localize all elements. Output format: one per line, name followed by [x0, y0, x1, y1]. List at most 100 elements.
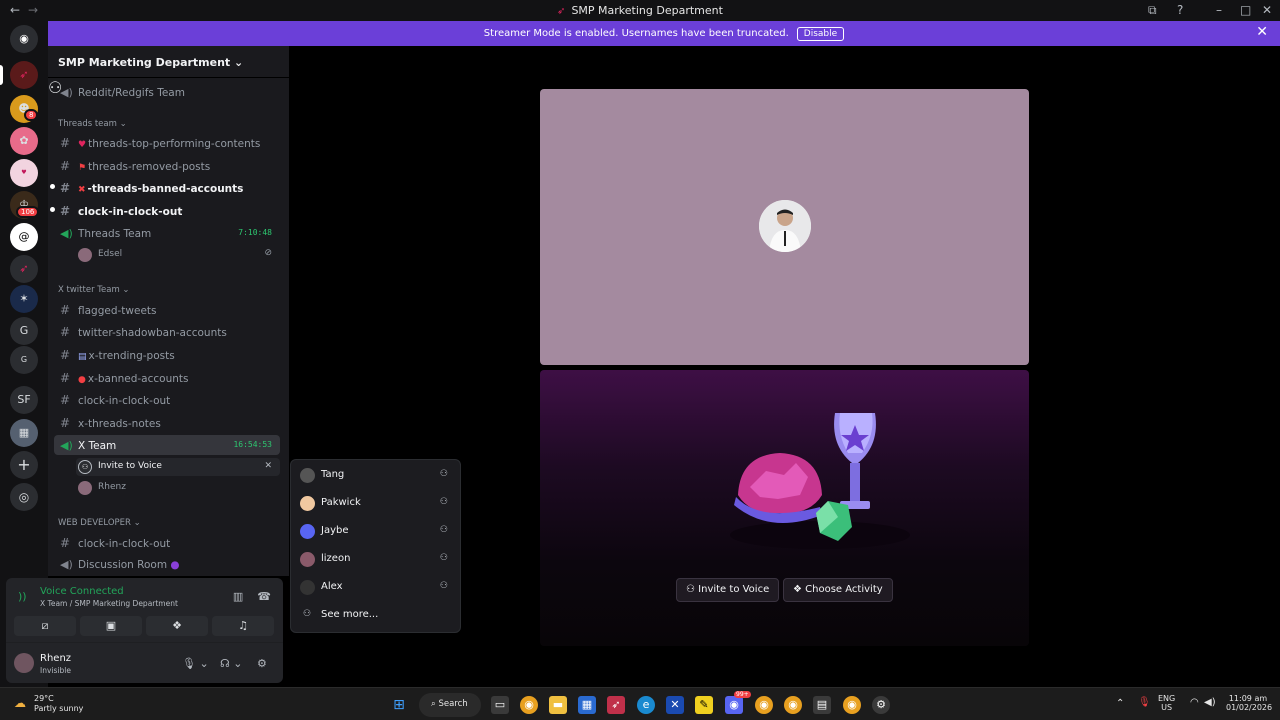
- category-x-twitter[interactable]: X twitter Team ⌄: [58, 285, 130, 295]
- server-g-icon[interactable]: G: [10, 346, 38, 374]
- chrome-profile-icon[interactable]: ◉: [755, 696, 773, 714]
- server-icon[interactable]: ♥: [10, 159, 38, 187]
- inbox-icon[interactable]: ⧉: [1148, 3, 1157, 18]
- app-icon[interactable]: ⚙: [872, 696, 890, 714]
- settings-gear-icon[interactable]: ⚙: [257, 657, 267, 670]
- invite-to-voice-button[interactable]: ⚇ Invite to Voice: [676, 578, 780, 602]
- clock[interactable]: 11:09 am 01/02/2026: [1226, 694, 1272, 712]
- disconnect-icon[interactable]: ☎: [257, 590, 271, 603]
- noise-suppression-icon[interactable]: ▥: [233, 590, 243, 603]
- close-icon[interactable]: ✕: [264, 461, 272, 471]
- flag-icon: ⚑: [78, 163, 87, 173]
- avatar[interactable]: [14, 653, 34, 673]
- server-icon[interactable]: ✶: [10, 285, 38, 313]
- close-icon[interactable]: ✕: [1256, 24, 1268, 40]
- camera-off-button[interactable]: ⧄: [14, 616, 76, 636]
- invite-item[interactable]: Jaybe ⚇: [300, 521, 452, 543]
- notification-badge: 106: [16, 206, 40, 218]
- voice-status[interactable]: Voice Connected: [40, 586, 124, 597]
- channel-web-clock[interactable]: # clock-in-clock-out: [54, 532, 280, 552]
- invite-item[interactable]: Alex ⚇: [300, 577, 452, 599]
- disable-streamer-button[interactable]: Disable: [796, 27, 845, 41]
- voice-member[interactable]: Edsel ⊘: [76, 246, 280, 264]
- channel-x-clock[interactable]: # clock-in-clock-out: [54, 389, 280, 409]
- volume-icon[interactable]: ◀): [1204, 697, 1216, 708]
- maximize-icon[interactable]: □: [1240, 3, 1251, 17]
- calculator-icon[interactable]: ▤: [813, 696, 831, 714]
- server-smp-icon[interactable]: ➶: [10, 61, 38, 89]
- discord-home-icon[interactable]: ◉: [10, 25, 38, 53]
- task-view-icon[interactable]: ▭: [491, 696, 509, 714]
- windows-start-icon[interactable]: ⊞: [390, 696, 408, 714]
- store-icon[interactable]: ▦: [578, 696, 596, 714]
- microphone-icon[interactable]: 🎙︎: [1138, 697, 1151, 708]
- screen-share-button[interactable]: ▣: [80, 616, 142, 636]
- channel-x-banned[interactable]: # ● x-banned-accounts: [54, 367, 280, 387]
- chevron-up-icon[interactable]: ⌃: [1116, 698, 1124, 709]
- channel-trending[interactable]: # ▤ x-trending-posts: [54, 344, 280, 364]
- muted-icon: ⊘: [264, 248, 272, 258]
- discover-icon[interactable]: ◎: [10, 483, 38, 511]
- language-indicator[interactable]: ENG US: [1158, 694, 1175, 712]
- channel-threads-clock[interactable]: # clock-in-clock-out: [50, 200, 280, 220]
- channel-x-notes[interactable]: # x-threads-notes: [54, 412, 280, 432]
- chrome-profile-icon[interactable]: ◉: [843, 696, 861, 714]
- invite-item[interactable]: Tang ⚇: [300, 465, 452, 487]
- server-icon[interactable]: ✿: [10, 127, 38, 155]
- channel-threads-top[interactable]: # ♥ threads-top-performing-contents: [54, 132, 280, 152]
- add-user-icon: ⚇: [439, 469, 448, 479]
- headphones-icon[interactable]: ☊ ⌄: [220, 657, 242, 670]
- voice-channel-threads[interactable]: ◀) Threads Team 7:10:48: [54, 223, 280, 243]
- server-header[interactable]: SMP Marketing Department ⌄: [48, 46, 289, 78]
- activities-button[interactable]: ❖: [146, 616, 208, 636]
- hashtag-icon: #: [60, 136, 71, 150]
- hashtag-icon: #: [60, 416, 71, 430]
- channel-threads-banned[interactable]: # ✖ -threads-banned-accounts: [50, 177, 280, 197]
- red-circle-icon: ●: [78, 375, 86, 385]
- choose-activity-button[interactable]: ❖ Choose Activity: [783, 578, 893, 602]
- invite-item[interactable]: Pakwick ⚇: [300, 493, 452, 515]
- soundboard-button[interactable]: ♫: [212, 616, 274, 636]
- voice-channel-discussion[interactable]: ◀) Discussion Room ●: [54, 554, 280, 574]
- channel-flagged[interactable]: # flagged-tweets: [54, 299, 280, 319]
- chrome-icon[interactable]: ◉: [520, 696, 538, 714]
- voice-channel-reddit[interactable]: ◀) Reddit/Redgifs Team: [54, 82, 280, 102]
- minimize-icon[interactable]: –: [1216, 3, 1222, 17]
- invite-item[interactable]: lizeon ⚇: [300, 549, 452, 571]
- edge-icon[interactable]: e: [637, 696, 655, 714]
- chrome-profile-icon[interactable]: ◉: [784, 696, 802, 714]
- discord-taskbar-icon[interactable]: ◉: [725, 696, 743, 714]
- window-title: SMP Marketing Department: [571, 4, 723, 17]
- help-icon[interactable]: ?: [1177, 3, 1183, 17]
- wifi-icon[interactable]: ◠: [1190, 697, 1199, 708]
- hashtag-icon: #: [60, 181, 71, 195]
- participant-tile[interactable]: [540, 89, 1029, 365]
- close-window-icon[interactable]: ✕: [1262, 3, 1272, 17]
- server-sf-icon[interactable]: SF: [10, 386, 38, 414]
- banner-message: Streamer Mode is enabled. Usernames have…: [483, 28, 789, 39]
- file-explorer-icon[interactable]: ▬: [549, 696, 567, 714]
- server-icon[interactable]: ➶: [10, 255, 38, 283]
- add-server-icon[interactable]: +: [10, 451, 38, 479]
- voice-member[interactable]: Rhenz: [76, 479, 280, 497]
- microphone-icon[interactable]: 🎙︎ ⌄: [182, 657, 209, 670]
- category-threads[interactable]: Threads team ⌄: [58, 119, 127, 129]
- server-g-icon[interactable]: G: [10, 317, 38, 345]
- signal-icon[interactable]: )): [18, 590, 27, 603]
- app-icon[interactable]: ➶: [607, 696, 625, 714]
- add-user-icon: ⚇: [439, 553, 448, 563]
- sticky-notes-icon[interactable]: ✎: [695, 696, 713, 714]
- invite-to-voice-item[interactable]: ⚇ Invite to Voice ✕: [76, 458, 280, 476]
- user-name[interactable]: Rhenz: [40, 653, 71, 664]
- vscode-icon[interactable]: ✕: [666, 696, 684, 714]
- voice-channel-x-team[interactable]: ◀) X Team 16:54:53: [54, 435, 280, 455]
- see-more-item[interactable]: ⚇ See more...: [300, 605, 452, 627]
- channel-shadowban[interactable]: # twitter-shadowban-accounts: [54, 321, 280, 341]
- taskbar-search[interactable]: ⌕ Search: [419, 693, 481, 717]
- voice-location[interactable]: X Team / SMP Marketing Department: [40, 599, 178, 608]
- category-web-developer[interactable]: WEB DEVELOPER ⌄: [58, 518, 141, 528]
- threads-server-icon[interactable]: @: [10, 223, 38, 251]
- add-user-icon: ⚇: [439, 497, 448, 507]
- server-icon[interactable]: ▦: [10, 419, 38, 447]
- channel-threads-removed[interactable]: # ⚑ threads-removed-posts: [54, 155, 280, 175]
